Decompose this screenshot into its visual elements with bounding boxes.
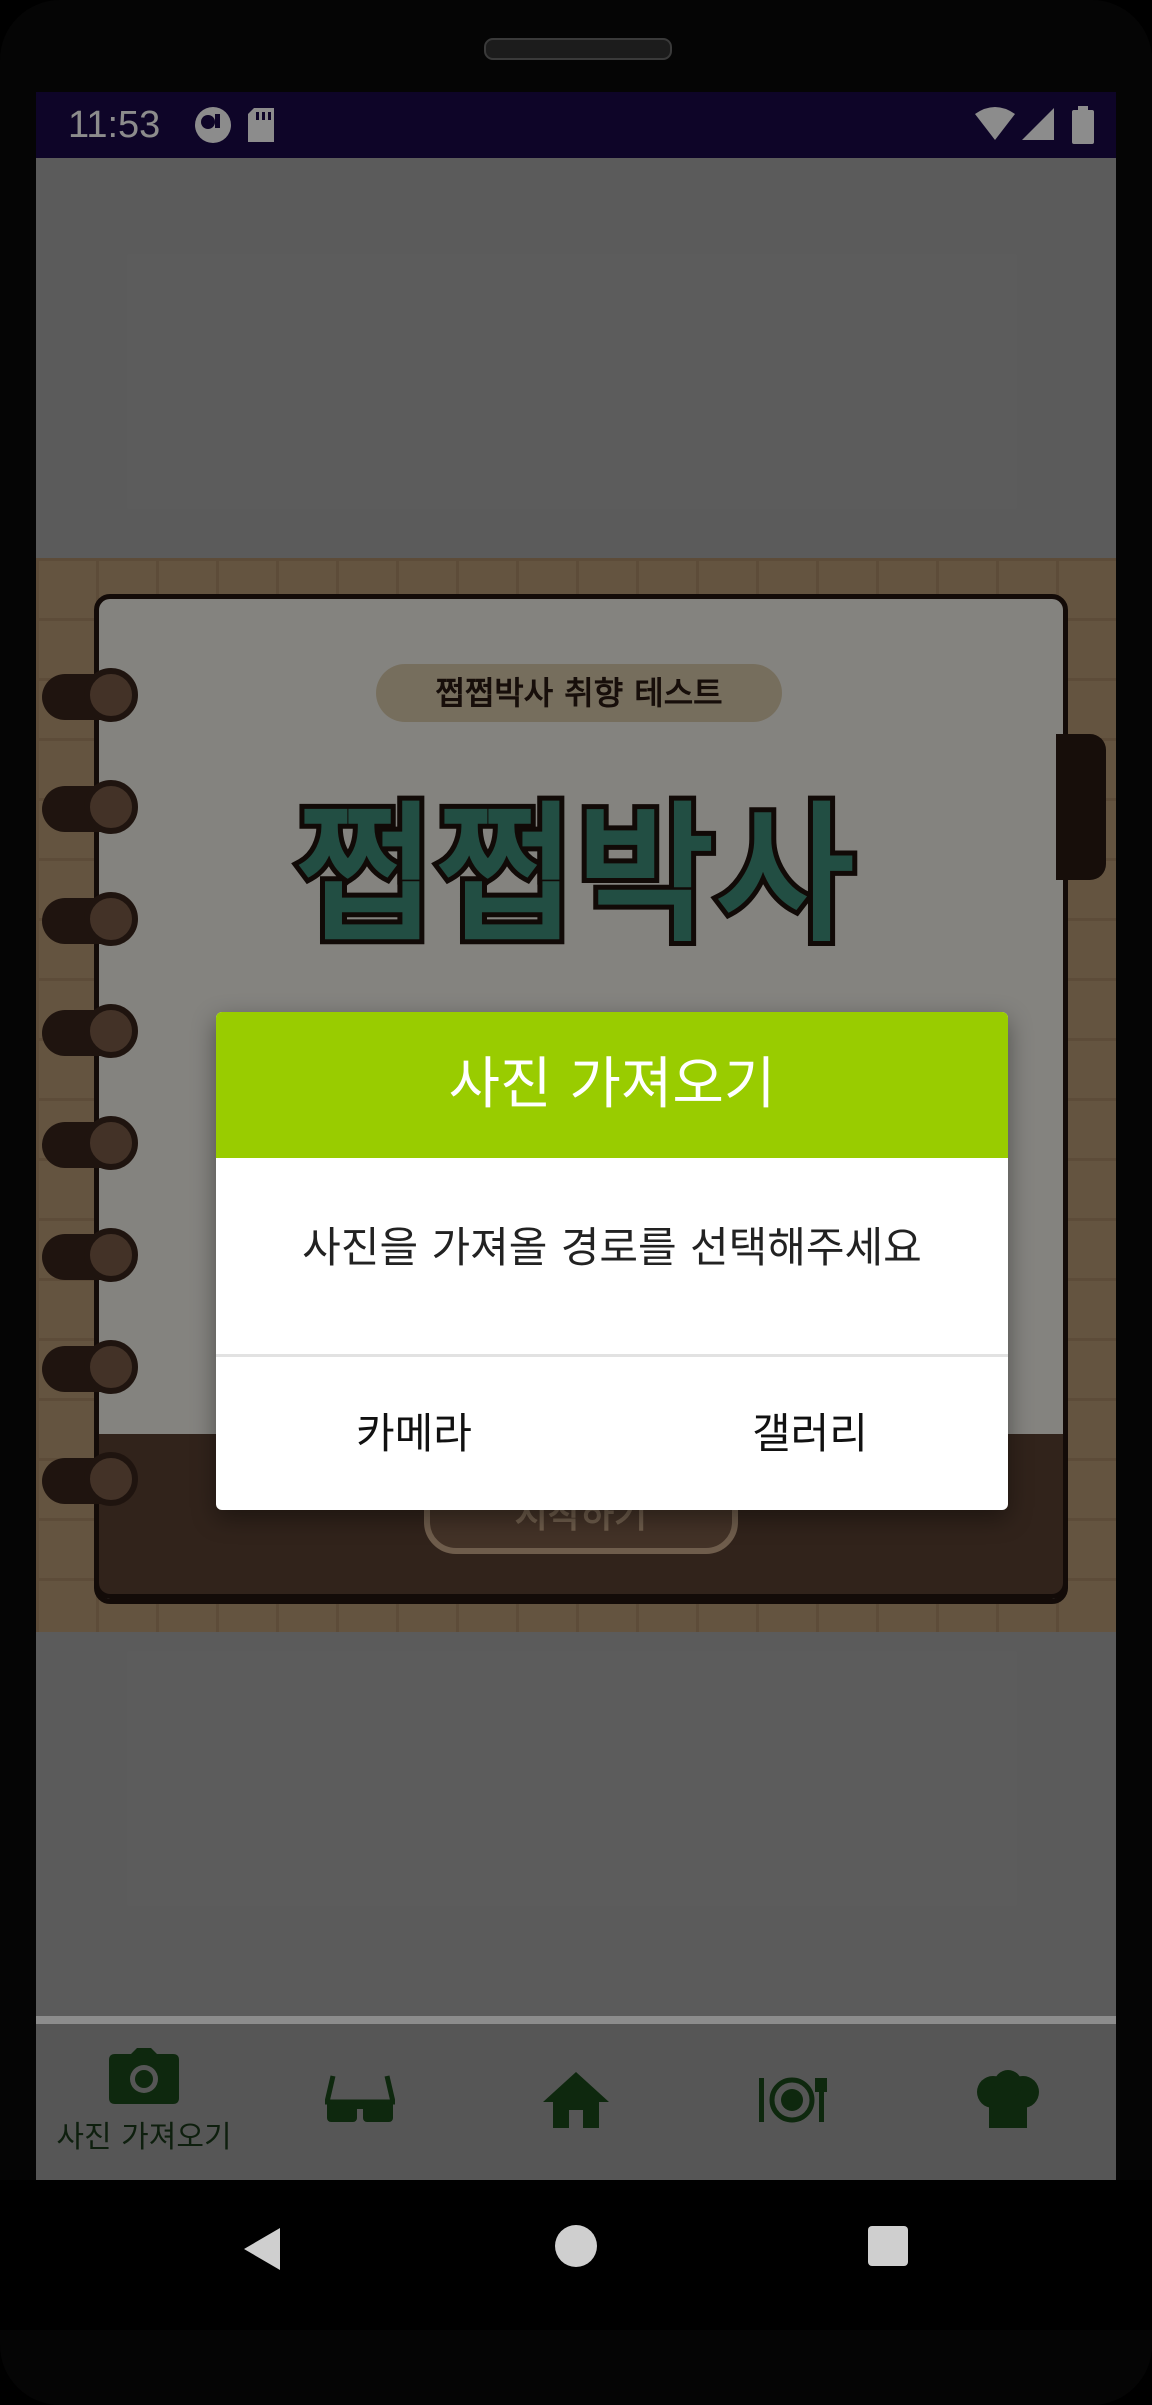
dialog-title: 사진 가져오기 — [216, 1012, 1008, 1158]
dialog-divider — [216, 1354, 1008, 1357]
gallery-button[interactable]: 갤러리 — [612, 1358, 1008, 1510]
system-navigation-bar — [0, 2180, 1152, 2330]
dialog-message: 사진을 가져올 경로를 선택해주세요 — [302, 1223, 922, 1272]
earpiece-speaker — [484, 38, 672, 60]
back-icon[interactable] — [240, 2224, 284, 2278]
device-frame: 11:53 쩝쩝박사 취향 테스트 쩝쩝박사 시작하기 사진 가져오기 사진 가… — [0, 0, 1152, 2405]
recents-icon[interactable] — [866, 2224, 910, 2272]
camera-button[interactable]: 카메라 — [216, 1358, 612, 1510]
home-circle-icon[interactable] — [554, 2224, 598, 2272]
screen: 11:53 쩝쩝박사 취향 테스트 쩝쩝박사 시작하기 사진 가져오기 사진 가… — [36, 92, 1116, 2180]
photo-source-dialog: 사진 가져오기 사진을 가져올 경로를 선택해주세요 카메라 갤러리 — [216, 1012, 1008, 1510]
